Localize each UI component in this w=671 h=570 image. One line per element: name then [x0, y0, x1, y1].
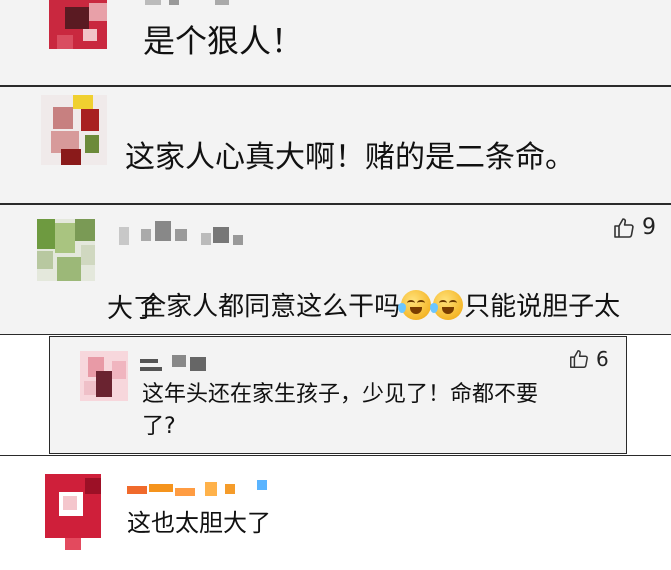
comment-5: 这也太胆大了: [0, 455, 671, 570]
avatar[interactable]: [80, 351, 128, 401]
avatar[interactable]: [37, 219, 95, 281]
comment-text-line2: 大了: [107, 294, 160, 324]
comment-text-part2: 只能说胆子太: [464, 291, 621, 322]
comment-2: 这家人心真大啊！赌的是二条命。: [0, 86, 671, 204]
like-count-value: 9: [642, 215, 656, 240]
like-count[interactable]: 9: [612, 215, 656, 240]
comment-1: 是个狠人！: [0, 0, 671, 86]
comment-3: 9 全家人都同意这么干吗 只能说胆子太 大了: [0, 204, 671, 335]
avatar[interactable]: [37, 468, 109, 550]
avatar[interactable]: [49, 0, 107, 49]
avatar[interactable]: [41, 95, 107, 165]
crying-laughing-emoji-icon: [430, 289, 464, 320]
like-count-value: 6: [596, 347, 609, 371]
comment-text: 这也太胆大了: [127, 509, 271, 537]
comment-reply: 6 这年头还在家生孩子，少见了！命都不要 了?: [49, 336, 627, 454]
comment-text: 是个狠人！: [143, 22, 304, 60]
crying-laughing-emoji-icon: [398, 289, 432, 320]
comment-text: 这年头还在家生孩子，少见了！命都不要: [142, 382, 539, 407]
comment-text-part1: 全家人都同意这么干吗: [140, 291, 401, 322]
thumbs-up-icon[interactable]: [568, 348, 590, 370]
comment-text: 这家人心真大啊！赌的是二条命。: [125, 140, 575, 175]
comment-text-line2: 了?: [142, 414, 176, 439]
like-count[interactable]: 6: [568, 347, 609, 371]
thumbs-up-icon[interactable]: [612, 216, 636, 240]
